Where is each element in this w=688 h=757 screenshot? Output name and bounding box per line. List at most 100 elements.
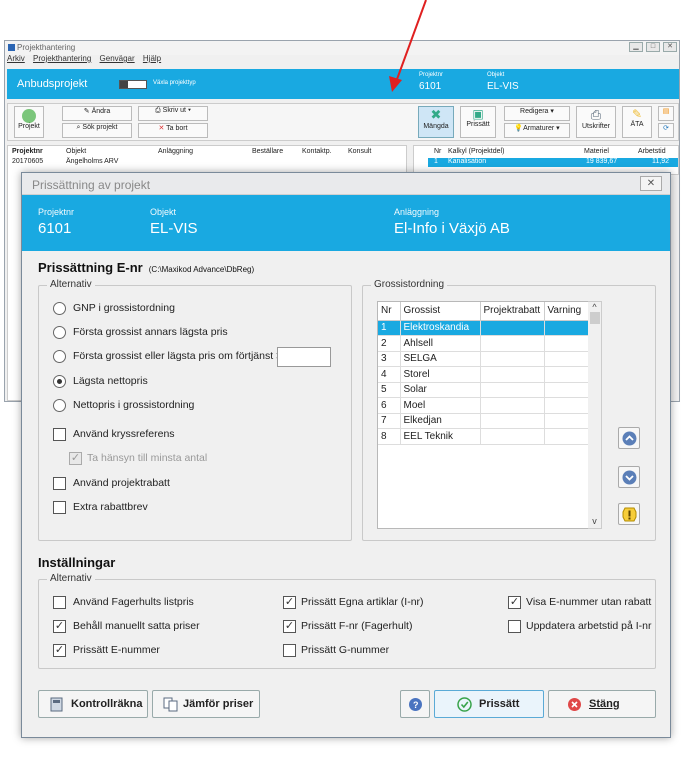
menu-arkiv[interactable]: Arkiv bbox=[7, 54, 25, 63]
utskrifter-button[interactable]: ⎙ Utskrifter bbox=[576, 106, 616, 138]
grid-scrollbar[interactable]: ^ v bbox=[588, 301, 602, 529]
jamfor-priser-button[interactable]: Jämför priser bbox=[152, 690, 260, 718]
radio-nettopris-grossistordning[interactable] bbox=[53, 399, 66, 412]
skriv-ut-button[interactable]: ⎙ Skriv ut ▾ bbox=[138, 106, 208, 121]
checkbox-kryssreferens-label[interactable]: Använd kryssreferens bbox=[73, 428, 175, 440]
close-window-button[interactable]: ✕ bbox=[663, 42, 677, 52]
radio-lagsta-nettopris-label[interactable]: Lägsta nettopris bbox=[73, 375, 148, 387]
checkbox-behall-manuella-label[interactable]: Behåll manuellt satta priser bbox=[73, 620, 200, 632]
col-objekt[interactable]: Objekt bbox=[66, 148, 86, 155]
grid-cell-projektrabatt[interactable] bbox=[480, 320, 545, 336]
grid-cell-nr[interactable]: 5 bbox=[378, 382, 401, 398]
col-konsult[interactable]: Konsult bbox=[348, 148, 371, 155]
grid-cell-projektrabatt[interactable] bbox=[480, 382, 545, 398]
grid-col-projektrabatt[interactable]: Projektrabatt bbox=[480, 302, 545, 321]
project-type-toggle[interactable] bbox=[119, 80, 147, 89]
radio-forsta-eller-lagsta-label[interactable]: Första grossist eller lägsta pris om för… bbox=[73, 350, 282, 362]
move-down-button[interactable] bbox=[618, 466, 640, 488]
checkbox-egna-artiklar[interactable]: ✓ bbox=[283, 596, 296, 609]
grid-cell-grossist[interactable]: Ahlsell bbox=[400, 335, 481, 352]
checkbox-extra-rabattbrev[interactable] bbox=[53, 501, 66, 514]
grid-col-nr[interactable]: Nr bbox=[378, 302, 401, 321]
grid-cell-grossist[interactable]: SELGA bbox=[400, 351, 481, 367]
grid-cell-varning[interactable] bbox=[544, 397, 591, 414]
grid-row[interactable]: 3 SELGA bbox=[378, 351, 591, 367]
grid-row[interactable]: 5 Solar bbox=[378, 382, 591, 398]
col-anlaggning[interactable]: Anläggning bbox=[158, 148, 193, 155]
armaturer-button[interactable]: 💡Armaturer ▾ bbox=[504, 123, 570, 138]
checkbox-uppdatera-arbetstid[interactable] bbox=[508, 620, 521, 633]
grid-cell-grossist[interactable]: Elkedjan bbox=[400, 413, 481, 429]
checkbox-visa-enummer-label[interactable]: Visa E-nummer utan rabatt bbox=[526, 596, 651, 608]
checkbox-kryssreferens[interactable] bbox=[53, 428, 66, 441]
radio-gnp-label[interactable]: GNP i grossistordning bbox=[73, 302, 175, 314]
checkbox-visa-enummer[interactable]: ✓ bbox=[508, 596, 521, 609]
minimize-button[interactable]: ▁ bbox=[629, 42, 643, 52]
grid-cell-varning[interactable] bbox=[544, 428, 591, 445]
grid-row[interactable]: 6 Moel bbox=[378, 397, 591, 414]
mangda-button[interactable]: ✖ Mängda bbox=[418, 106, 454, 138]
grid-cell-varning[interactable] bbox=[544, 366, 591, 383]
checkbox-projektrabatt-label[interactable]: Använd projektrabatt bbox=[73, 477, 170, 489]
grid-row[interactable]: 7 Elkedjan bbox=[378, 413, 591, 429]
grid-cell-grossist[interactable]: EEL Teknik bbox=[400, 428, 481, 445]
grid-cell-grossist[interactable]: Storel bbox=[400, 366, 481, 383]
radio-forsta-grossist-label[interactable]: Första grossist annars lägsta pris bbox=[73, 326, 228, 338]
grid-cell-nr[interactable]: 6 bbox=[378, 397, 401, 414]
projekt-button[interactable]: Projekt bbox=[14, 106, 44, 138]
grid-cell-nr[interactable]: 3 bbox=[378, 351, 401, 367]
grid-cell-varning[interactable] bbox=[544, 320, 591, 336]
grid-cell-nr[interactable]: 7 bbox=[378, 413, 401, 429]
grid-row[interactable]: 4 Storel bbox=[378, 366, 591, 383]
warning-button[interactable] bbox=[618, 503, 640, 525]
prissatt-toolbar-button[interactable]: ▣ Prissätt bbox=[460, 106, 496, 138]
radio-gnp[interactable] bbox=[53, 302, 66, 315]
col-projektnr[interactable]: Projektnr bbox=[12, 148, 43, 155]
ata-button[interactable]: ✎ ÄTA bbox=[622, 106, 652, 138]
grid-cell-nr[interactable]: 2 bbox=[378, 335, 401, 352]
kontrollrakna-button[interactable]: Kontrollräkna bbox=[38, 690, 148, 718]
refresh-icon[interactable]: ⟳ bbox=[658, 123, 674, 138]
grid-cell-nr[interactable]: 1 bbox=[378, 320, 401, 336]
scroll-thumb[interactable] bbox=[589, 312, 600, 324]
menu-projekthantering[interactable]: Projekthantering bbox=[33, 54, 91, 63]
grid-cell-nr[interactable]: 4 bbox=[378, 366, 401, 383]
checkbox-extra-rabattbrev-label[interactable]: Extra rabattbrev bbox=[73, 501, 148, 513]
grid-cell-projektrabatt[interactable] bbox=[480, 366, 545, 383]
project-row-nr[interactable]: 20170605 bbox=[12, 158, 43, 165]
grid-row[interactable]: 8 EEL Teknik bbox=[378, 428, 591, 445]
checkbox-gnummer[interactable] bbox=[283, 644, 296, 657]
move-up-button[interactable] bbox=[618, 427, 640, 449]
checkbox-behall-manuella[interactable]: ✓ bbox=[53, 620, 66, 633]
stang-button[interactable]: Stäng bbox=[548, 690, 656, 718]
grid-row[interactable]: 1 Elektroskandia bbox=[378, 320, 591, 336]
checkbox-egna-artiklar-label[interactable]: Prissätt Egna artiklar (I-nr) bbox=[301, 596, 424, 608]
grid-cell-varning[interactable] bbox=[544, 351, 591, 367]
prissatt-button[interactable]: Prissätt bbox=[434, 690, 544, 718]
scroll-up-icon[interactable]: ^ bbox=[588, 302, 601, 312]
kalkyl-row[interactable]: 1 Kanalisation 19 839,67 11,92 bbox=[428, 158, 678, 167]
maximize-button[interactable]: □ bbox=[646, 42, 660, 52]
radio-nettopris-grossistordning-label[interactable]: Nettopris i grossistordning bbox=[73, 399, 194, 411]
grid-cell-projektrabatt[interactable] bbox=[480, 351, 545, 367]
note-icon[interactable]: ▤ bbox=[658, 106, 674, 121]
grid-cell-grossist[interactable]: Moel bbox=[400, 397, 481, 414]
profit-threshold-input[interactable] bbox=[277, 347, 331, 367]
checkbox-fnr-fagerhult-label[interactable]: Prissätt F-nr (Fagerhult) bbox=[301, 620, 412, 632]
radio-forsta-grossist[interactable] bbox=[53, 326, 66, 339]
grid-cell-grossist[interactable]: Elektroskandia bbox=[400, 320, 481, 336]
menu-genvagar[interactable]: Genvägar bbox=[100, 54, 135, 63]
grid-cell-varning[interactable] bbox=[544, 413, 591, 429]
ta-bort-button[interactable]: ✕ Ta bort bbox=[138, 123, 208, 138]
andra-button[interactable]: ✎ Ändra bbox=[62, 106, 132, 121]
col-kontaktp[interactable]: Kontaktp. bbox=[302, 148, 332, 155]
grid-cell-varning[interactable] bbox=[544, 382, 591, 398]
sok-projekt-button[interactable]: ⌕ Sök projekt bbox=[62, 123, 132, 138]
checkbox-prissatt-enummer[interactable]: ✓ bbox=[53, 644, 66, 657]
menu-hjalp[interactable]: Hjälp bbox=[143, 54, 161, 63]
checkbox-uppdatera-arbetstid-label[interactable]: Uppdatera arbetstid på I-nr bbox=[526, 620, 652, 632]
checkbox-gnummer-label[interactable]: Prissätt G-nummer bbox=[301, 644, 389, 656]
grid-cell-nr[interactable]: 8 bbox=[378, 428, 401, 445]
project-row-objekt[interactable]: Ängelholms ARV bbox=[66, 158, 118, 165]
checkbox-fnr-fagerhult[interactable]: ✓ bbox=[283, 620, 296, 633]
